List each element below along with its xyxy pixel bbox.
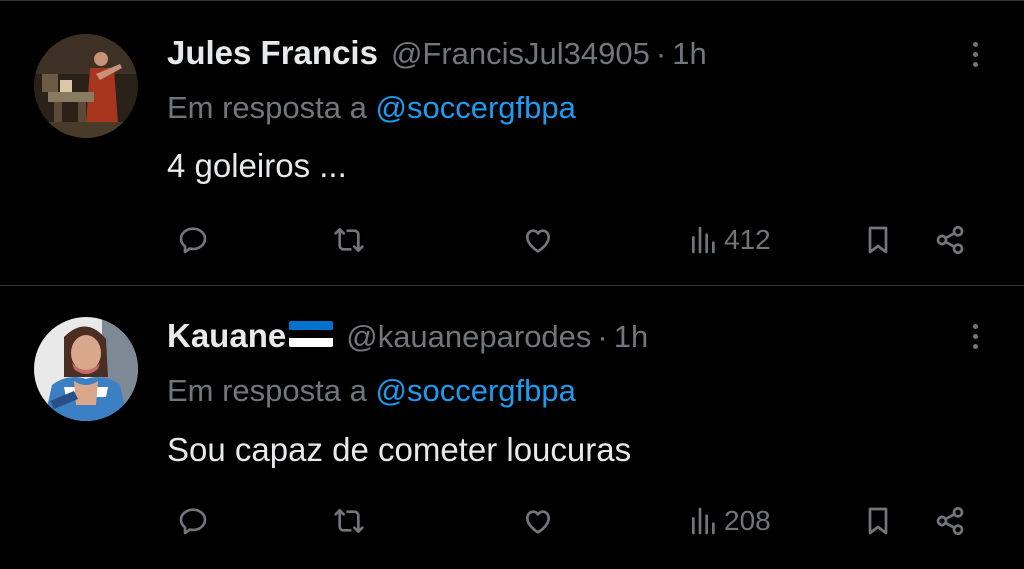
- reply-context: Em resposta a @soccergfbpa: [167, 373, 576, 409]
- reply-mention-link[interactable]: @soccergfbpa: [376, 90, 576, 125]
- retweet-button[interactable]: [333, 215, 365, 265]
- user-handle[interactable]: @kauaneparodes: [346, 319, 591, 355]
- reply-context: Em resposta a @soccergfbpa: [167, 90, 576, 126]
- reply-button[interactable]: [177, 496, 209, 546]
- tweet-header: Kauane @kauaneparodes · 1h: [167, 317, 648, 357]
- tweet[interactable]: Kauane @kauaneparodes · 1h Em resposta a…: [0, 287, 1024, 569]
- bar-chart-icon: [692, 507, 715, 535]
- avatar[interactable]: [34, 317, 138, 421]
- bookmark-button[interactable]: [862, 215, 894, 265]
- timestamp[interactable]: 1h: [614, 319, 648, 355]
- tweet-divider: [0, 285, 1024, 286]
- heart-icon: [526, 229, 550, 253]
- share-icon: [936, 226, 964, 254]
- estonia-flag-icon: [289, 321, 334, 347]
- tweet-text: Sou capaz de cometer loucuras: [167, 431, 632, 468]
- share-button[interactable]: [934, 215, 966, 265]
- reply-prefix: Em resposta a: [167, 90, 367, 125]
- tweet-header: Jules Francis @FrancisJul34905 · 1h: [167, 34, 707, 74]
- share-icon: [936, 507, 964, 535]
- separator-dot: ·: [597, 319, 608, 354]
- repost-icon: [334, 509, 364, 533]
- bar-chart-icon: [692, 226, 715, 254]
- heart-icon: [526, 510, 550, 534]
- more-vertical-icon[interactable]: [966, 34, 984, 74]
- reply-prefix: Em resposta a: [167, 373, 367, 408]
- bookmark-icon: [868, 226, 888, 254]
- views-button[interactable]: 208: [688, 496, 771, 546]
- display-name[interactable]: Jules Francis: [167, 34, 378, 72]
- more-vertical-icon[interactable]: [966, 316, 984, 356]
- views-button[interactable]: 412: [688, 215, 771, 265]
- reply-button[interactable]: [177, 215, 209, 265]
- speech-bubble-icon: [179, 508, 207, 535]
- bookmark-icon: [868, 507, 888, 535]
- reply-mention-link[interactable]: @soccergfbpa: [376, 373, 576, 408]
- avatar[interactable]: [34, 34, 138, 138]
- timestamp[interactable]: 1h: [672, 36, 706, 72]
- tweet[interactable]: Jules Francis @FrancisJul34905 · 1h Em r…: [0, 0, 1024, 282]
- views-count: 208: [724, 505, 771, 536]
- user-handle[interactable]: @FrancisJul34905: [391, 36, 650, 72]
- action-bar: 208: [0, 496, 1024, 546]
- separator-dot: ·: [655, 36, 667, 71]
- speech-bubble-icon: [179, 227, 207, 254]
- repost-icon: [334, 228, 364, 252]
- views-count: 412: [724, 224, 771, 255]
- share-button[interactable]: [934, 496, 966, 546]
- display-name[interactable]: Kauane: [167, 317, 286, 355]
- retweet-button[interactable]: [333, 496, 365, 546]
- action-bar: 412: [0, 215, 1024, 265]
- bookmark-button[interactable]: [862, 496, 894, 546]
- like-button[interactable]: [522, 496, 554, 546]
- tweet-text: 4 goleiros ...: [167, 147, 347, 184]
- like-button[interactable]: [522, 215, 554, 265]
